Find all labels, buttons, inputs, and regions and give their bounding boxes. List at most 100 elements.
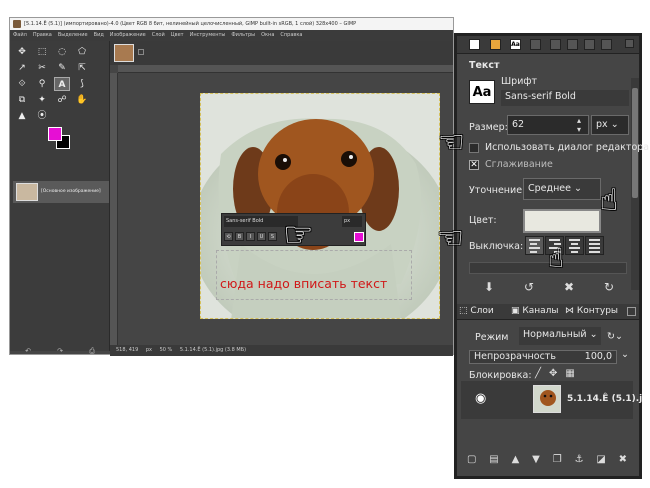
zoom-select[interactable]: 50 % — [160, 347, 173, 353]
image-list-item[interactable]: [Основное изображение] — [13, 181, 109, 203]
toolbox-bottom-bar: ↶ ↷ ⎙ — [12, 347, 108, 361]
undo-icon[interactable]: ↶ — [25, 347, 31, 361]
layers-menu-icon[interactable] — [627, 307, 636, 316]
font-tab-icon[interactable]: Aa — [510, 39, 521, 50]
brush-tab-icon[interactable] — [530, 39, 541, 50]
delete-options-icon[interactable]: ✖ — [564, 280, 574, 294]
font-preview-icon[interactable]: Aa — [469, 80, 495, 104]
hinting-select[interactable]: Среднее ⌄ — [523, 178, 601, 200]
justify-center-button[interactable] — [565, 236, 584, 255]
text-color-button[interactable] — [523, 209, 601, 233]
path-tool-icon[interactable]: ⟆ — [74, 77, 90, 91]
template-tab-icon[interactable] — [601, 39, 612, 50]
tab-layers[interactable]: ⬚ Слои — [459, 306, 494, 316]
mask-layer-icon[interactable]: ◪ — [596, 454, 605, 465]
smudge-tool-icon[interactable]: ☍ — [54, 93, 70, 107]
document-tab-icon[interactable] — [584, 39, 595, 50]
duplicate-layer-icon[interactable]: ❐ — [553, 454, 562, 465]
layer-row[interactable]: ◉ 5.1.14.Ê (5.1).j — [461, 381, 642, 419]
strike-button[interactable]: S — [268, 232, 277, 241]
lock-alpha-icon[interactable]: ▦ — [565, 368, 574, 379]
tab-paths[interactable]: ⋈ Контуры — [565, 306, 618, 316]
lower-layer-icon[interactable]: ▼ — [532, 454, 540, 465]
menu-filters[interactable]: Фильтры — [231, 32, 255, 38]
menu-layer[interactable]: Слой — [152, 32, 165, 38]
delete-layer-icon[interactable]: ✖ — [619, 454, 627, 465]
new-layer-icon[interactable]: ▢ — [467, 454, 476, 465]
tab-menu-icon[interactable] — [138, 49, 144, 55]
justify-fill-button[interactable] — [585, 236, 604, 255]
menu-help[interactable]: Справка — [280, 32, 302, 38]
paint-tool-icon[interactable]: ✎ — [54, 61, 70, 75]
clear-style-button[interactable]: ⟲ — [224, 232, 233, 241]
lock-position-icon[interactable]: ✥ — [549, 368, 557, 379]
use-editor-checkbox[interactable] — [469, 143, 479, 153]
justify-left-button[interactable] — [525, 236, 544, 255]
image-tab[interactable] — [114, 44, 134, 62]
horizontal-ruler[interactable] — [118, 65, 453, 73]
mode-select[interactable]: Нормальный ⌄ — [519, 327, 601, 345]
text-box-frame[interactable] — [216, 250, 412, 300]
fuzzy-select-tool-icon[interactable]: ⬠ — [74, 45, 90, 59]
mode-label: Режим — [475, 332, 509, 343]
tab-channels[interactable]: ▣ Каналы — [511, 306, 559, 316]
lasso-tool-icon[interactable]: ◌ — [54, 45, 70, 59]
color-picker-tool-icon[interactable]: ⦿ — [34, 109, 50, 123]
dock-menu-icon[interactable] — [625, 39, 634, 48]
vertical-ruler[interactable] — [110, 73, 118, 345]
layer-name[interactable]: 5.1.14.Ê (5.1).j — [567, 394, 642, 404]
restore-options-icon[interactable]: ↺ — [524, 280, 534, 294]
hand-tool-icon[interactable]: ✋ — [74, 93, 90, 107]
foreground-color-swatch[interactable] — [48, 127, 62, 141]
tab-channels-label: Каналы — [522, 306, 559, 316]
menu-edit[interactable]: Правка — [33, 32, 52, 38]
size-unit-field[interactable]: px — [342, 216, 362, 227]
print-icon[interactable]: ⎙ — [89, 347, 95, 361]
warp-tool-icon[interactable]: ⟐ — [14, 77, 30, 91]
unit-select[interactable]: px — [146, 347, 152, 353]
clone-tool-icon[interactable]: ⧉ — [14, 93, 30, 107]
paint-tab-icon[interactable] — [567, 39, 578, 50]
fg-bg-colors[interactable] — [48, 127, 78, 155]
size-unit-select[interactable]: px ⌄ — [591, 115, 629, 135]
save-options-icon[interactable]: ⬇ — [484, 280, 494, 294]
menu-file[interactable]: Файл — [13, 32, 27, 38]
move-tool-icon[interactable]: ✥ — [14, 45, 30, 59]
size-spinner-icon[interactable]: ▴ ▾ — [577, 116, 581, 134]
opacity-spinner-icon[interactable]: ⌄ — [621, 349, 629, 360]
menu-view[interactable]: Вид — [94, 32, 104, 38]
pattern-tab-icon[interactable] — [550, 39, 561, 50]
raise-layer-icon[interactable]: ▲ — [512, 454, 520, 465]
tab-paths-label: Контуры — [576, 306, 619, 316]
opacity-slider[interactable]: Непрозрачность 100,0 — [469, 350, 617, 364]
heal-tool-icon[interactable]: ✦ — [34, 93, 50, 107]
menu-tools[interactable]: Инструменты — [190, 32, 226, 38]
font-name-field[interactable]: Sans-serif Bold — [501, 90, 629, 106]
text-color-swatch[interactable] — [354, 232, 364, 242]
antialias-checkbox[interactable]: ✕ — [469, 160, 479, 170]
transform-tool-icon[interactable]: ⇱ — [74, 61, 90, 75]
bold-button[interactable]: B — [235, 232, 244, 241]
zoom-tool-icon[interactable]: ⚲ — [34, 77, 50, 91]
new-group-icon[interactable]: ▤ — [489, 454, 498, 465]
mode-reset-icon[interactable]: ↻⌄ — [607, 331, 623, 342]
menu-select[interactable]: Выделение — [58, 32, 88, 38]
redo-icon[interactable]: ↷ — [57, 347, 63, 361]
fill-tool-icon[interactable]: ▲ — [14, 109, 30, 123]
lock-pixels-icon[interactable]: ╱ — [535, 368, 541, 379]
rect-select-tool-icon[interactable]: ⬚ — [34, 45, 50, 59]
eye-icon[interactable]: ◉ — [475, 391, 486, 406]
dock-scrollbar[interactable] — [631, 78, 639, 290]
menu-windows[interactable]: Окна — [261, 32, 274, 38]
anchor-layer-icon[interactable]: ⚓ — [575, 454, 584, 465]
menu-colors[interactable]: Цвет — [171, 32, 184, 38]
underline-button[interactable]: U — [257, 232, 266, 241]
image-tab-icon[interactable] — [490, 39, 501, 50]
text-tool-icon[interactable]: A — [54, 77, 70, 91]
crop-tool-icon[interactable]: ↗ — [14, 61, 30, 75]
italic-button[interactable]: I — [246, 232, 255, 241]
fg-color-tab-icon[interactable] — [469, 39, 480, 50]
scissors-tool-icon[interactable]: ✂ — [34, 61, 50, 75]
menu-image[interactable]: Изображение — [110, 32, 146, 38]
reset-options-icon[interactable]: ↻ — [604, 280, 614, 294]
